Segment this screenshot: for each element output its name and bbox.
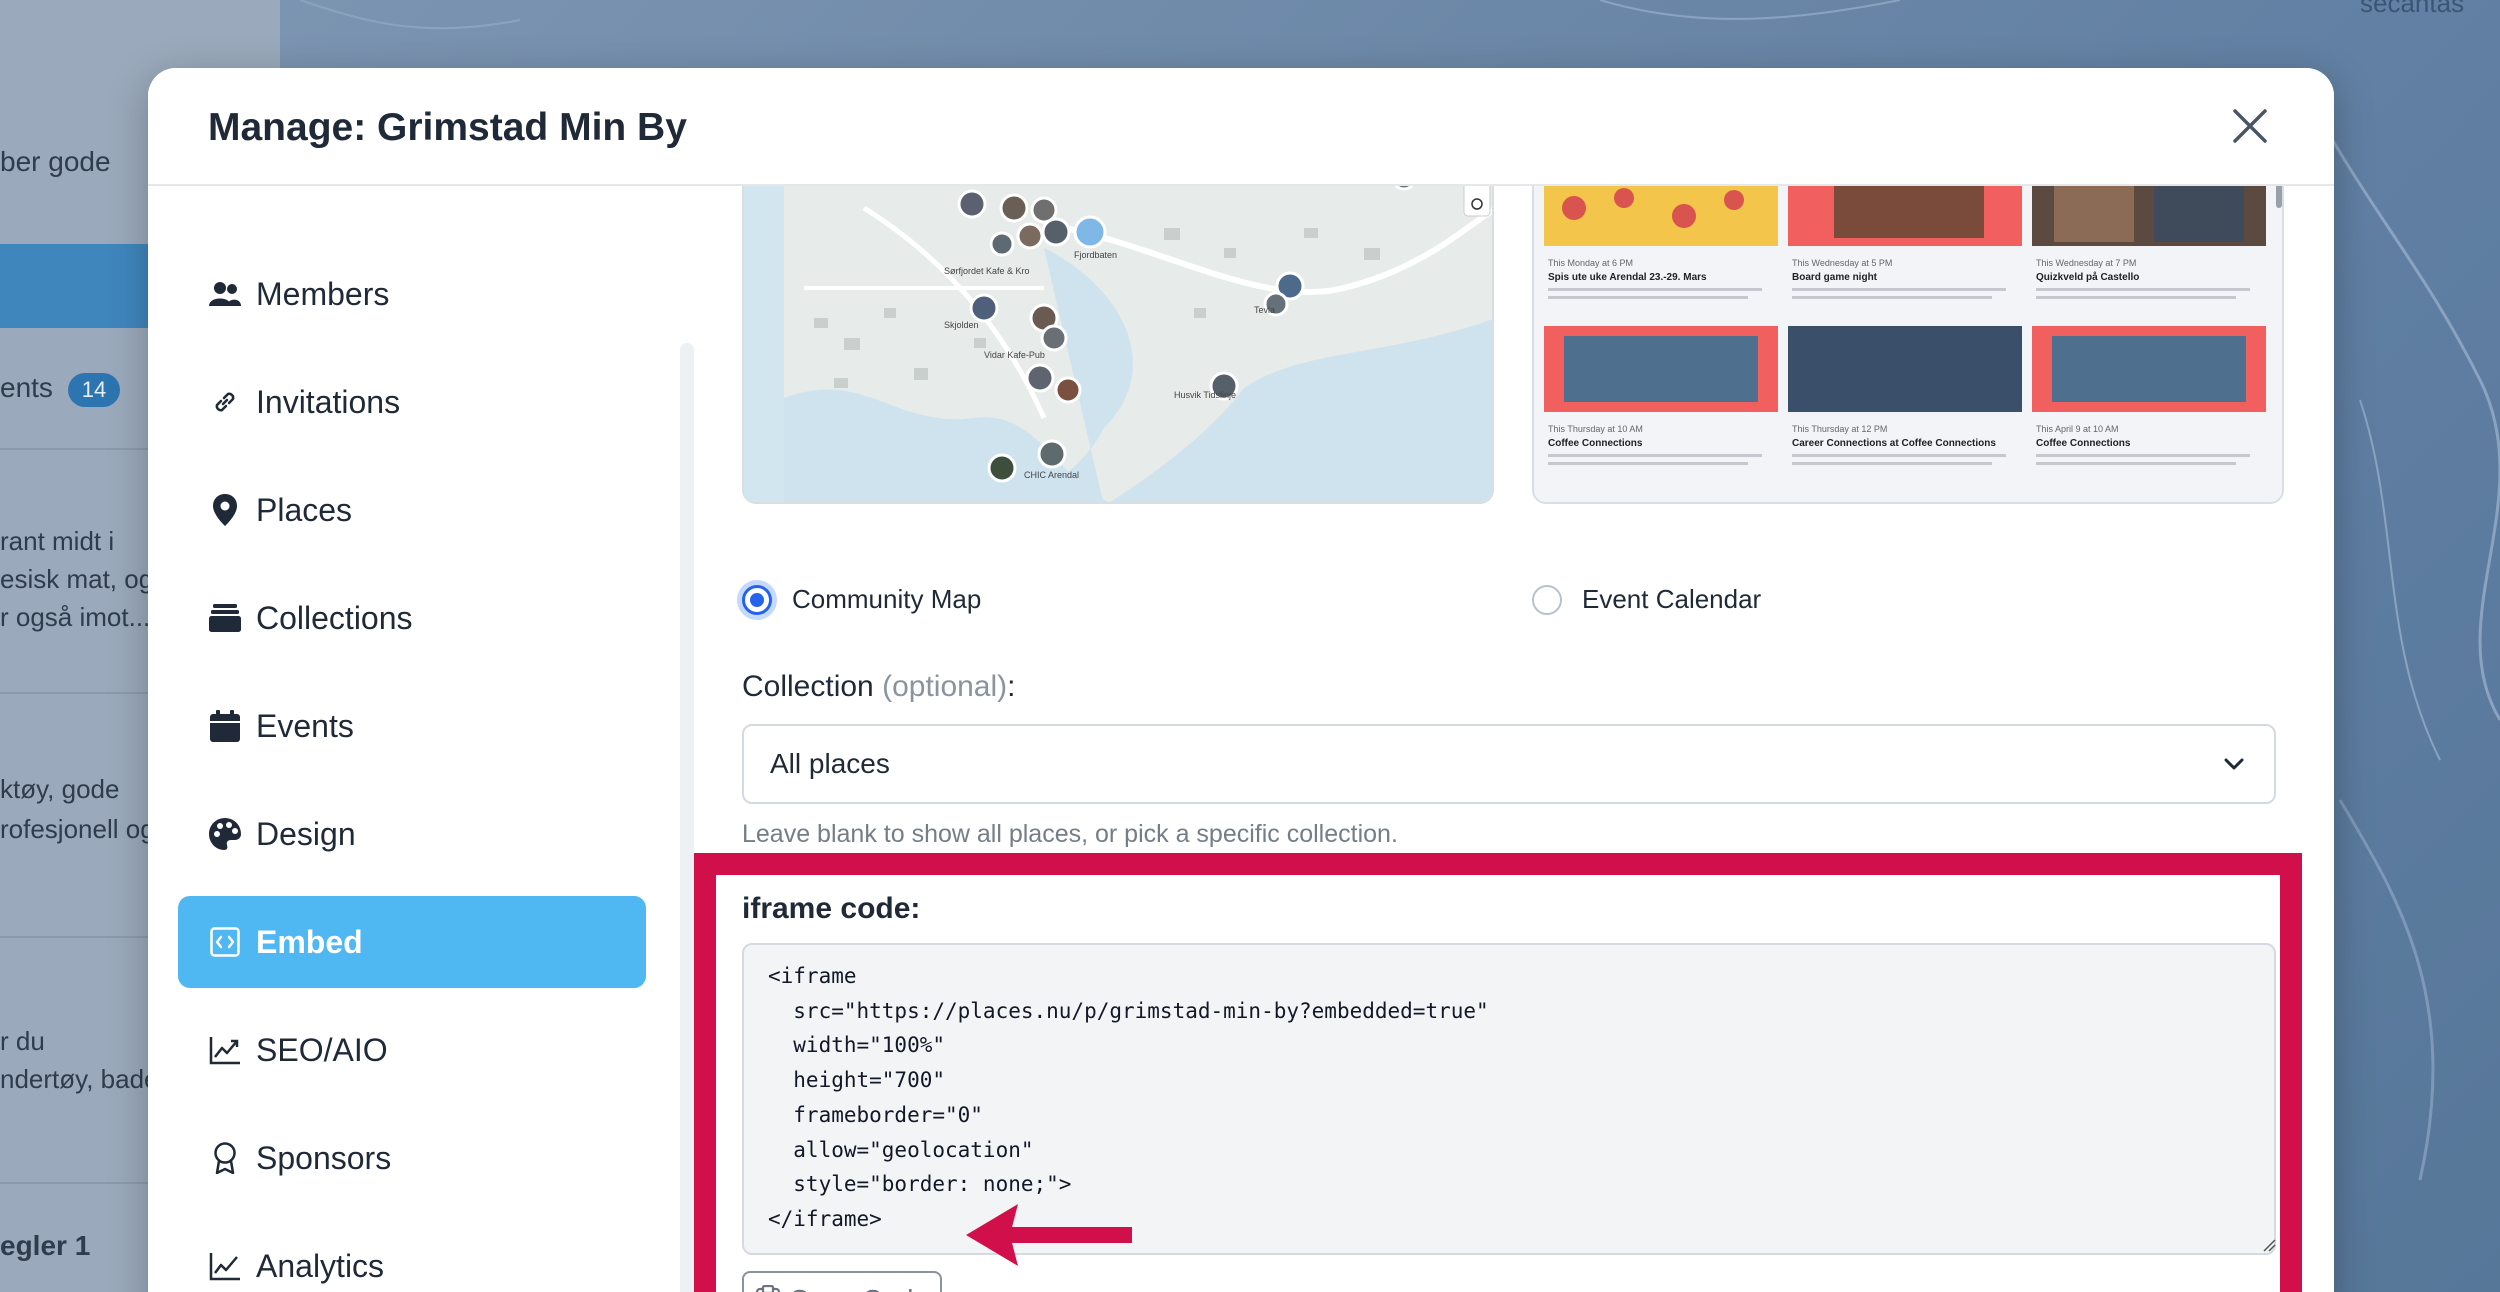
modal-title: Manage: Grimstad Min By <box>208 106 687 149</box>
chart-up-icon <box>208 1033 242 1067</box>
background-text: egler 1 <box>0 1230 91 1261</box>
modal-header: Manage: Grimstad Min By <box>148 68 2334 186</box>
award-icon <box>208 1141 242 1175</box>
map-pin-icon <box>208 493 242 527</box>
background-corner-text: secantas <box>2360 0 2465 18</box>
calendar-card-date: This Monday at 6 PM <box>1548 258 1633 268</box>
link-icon <box>208 385 242 419</box>
nav-item-label: Design <box>256 815 356 852</box>
nav-item-label: Analytics <box>256 1247 385 1284</box>
community-map-radio[interactable] <box>742 584 772 615</box>
map-preview-image: Sørfjordet Kafe & Kro Skjolden Vidar Kaf… <box>744 186 1492 502</box>
annotation-arrow-icon <box>966 1204 1132 1266</box>
calendar-card-title: Spis ute uke Arendal 23.-29. Mars <box>1548 272 1707 283</box>
nav-item-sponsors[interactable]: Sponsors <box>178 1112 646 1204</box>
option-event-calendar[interactable]: Event Calendar <box>1532 584 1761 615</box>
manage-modal: Manage: Grimstad Min By Members Invitati… <box>148 68 2334 1292</box>
map-label: Sørfjordet Kafe & Kro <box>944 266 1030 276</box>
embed-panel: Sørfjordet Kafe & Kro Skjolden Vidar Kaf… <box>694 186 2334 1292</box>
chevron-down-icon <box>2224 758 2244 770</box>
modal-sidebar-nav: Members Invitations Places Collections E… <box>148 186 680 1292</box>
code-icon <box>208 925 242 959</box>
calendar-card-date: This April 9 at 10 AM <box>2036 424 2119 434</box>
calendar-preview-image: This Monday at 6 PM Spis ute uke Arendal… <box>1534 186 2282 502</box>
nav-item-analytics[interactable]: Analytics <box>178 1220 646 1292</box>
event-calendar-radio[interactable] <box>1532 584 1562 615</box>
background-text: r også imot... <box>0 602 151 632</box>
background-text: r du <box>0 1026 45 1056</box>
background-text: esisk mat, og <box>0 564 154 594</box>
background-text: rofesjonell og <box>0 814 155 844</box>
calendar-icon <box>208 709 242 743</box>
option-label: Community Map <box>792 584 982 614</box>
map-label: Skjolden <box>944 320 979 330</box>
nav-item-places[interactable]: Places <box>178 464 646 556</box>
calendar-card-date: This Wednesday at 7 PM <box>2036 258 2136 268</box>
folder-icon <box>208 601 242 635</box>
close-icon <box>2233 109 2267 143</box>
line-chart-icon <box>208 1249 242 1283</box>
background-text: ktøy, gode <box>0 774 120 804</box>
users-icon <box>208 277 242 311</box>
nav-item-members[interactable]: Members <box>178 248 646 340</box>
collection-label: Collection (optional): <box>742 670 1016 703</box>
calendar-card-title: Board game night <box>1792 272 1878 283</box>
clipboard-icon <box>755 1285 781 1292</box>
background-text: ents <box>0 372 53 403</box>
nav-item-invitations[interactable]: Invitations <box>178 356 646 448</box>
copy-code-label: Copy Code <box>789 1284 929 1292</box>
calendar-card-date: This Wednesday at 5 PM <box>1792 258 1892 268</box>
nav-item-label: Collections <box>256 599 413 636</box>
event-calendar-preview[interactable]: This Monday at 6 PM Spis ute uke Arendal… <box>1532 186 2284 504</box>
copy-code-button[interactable]: Copy Code <box>742 1271 942 1292</box>
nav-item-embed[interactable]: Embed <box>178 896 646 988</box>
community-map-preview[interactable]: Sørfjordet Kafe & Kro Skjolden Vidar Kaf… <box>742 186 1494 504</box>
option-label: Event Calendar <box>1582 584 1762 614</box>
map-label: CHIC Arendal <box>1024 470 1079 480</box>
map-label: Husvik Tidslinje <box>1174 390 1236 400</box>
nav-scrollbar[interactable] <box>680 343 694 1292</box>
iframe-code-label: iframe code: <box>742 892 921 925</box>
svg-text:+: + <box>1471 186 1480 190</box>
nav-item-label: Sponsors <box>256 1139 392 1176</box>
nav-item-label: Members <box>256 275 390 312</box>
map-label: Tevla <box>1254 305 1275 315</box>
nav-item-label: SEO/AIO <box>256 1031 388 1068</box>
palette-icon <box>208 817 242 851</box>
collection-select[interactable]: All places <box>742 724 2276 804</box>
nav-item-label: Events <box>256 707 354 744</box>
option-community-map[interactable]: Community Map <box>742 584 981 615</box>
calendar-card-date: This Thursday at 10 AM <box>1548 424 1643 434</box>
nav-item-label: Embed <box>256 923 363 960</box>
nav-item-collections[interactable]: Collections <box>178 572 646 664</box>
close-button[interactable] <box>2228 104 2272 148</box>
collection-help-text: Leave blank to show all places, or pick … <box>742 820 1398 848</box>
nav-item-label: Invitations <box>256 383 401 420</box>
nav-item-seo-aio[interactable]: SEO/AIO <box>178 1004 646 1096</box>
calendar-card-title: Coffee Connections <box>1548 438 1643 449</box>
calendar-card-title: Quizkveld på Castello <box>2036 271 2139 283</box>
map-label: Fjordbaten <box>1074 250 1117 260</box>
background-text: ber gode <box>0 146 111 177</box>
background-count-badge: 14 <box>68 373 120 407</box>
nav-item-label: Places <box>256 491 353 528</box>
calendar-card-date: This Thursday at 12 PM <box>1792 424 1887 434</box>
collection-select-value: All places <box>770 748 890 779</box>
nav-item-design[interactable]: Design <box>178 788 646 880</box>
background-text: ndertøy, bade <box>0 1064 159 1094</box>
calendar-card-title: Coffee Connections <box>2036 438 2131 449</box>
background-text: rant midt i <box>0 526 115 556</box>
map-label: Vidar Kafe-Pub <box>984 350 1045 360</box>
resize-handle-icon[interactable] <box>2262 1238 2276 1252</box>
nav-item-events[interactable]: Events <box>178 680 646 772</box>
calendar-card-title: Career Connections at Coffee Connections <box>1792 438 1996 449</box>
